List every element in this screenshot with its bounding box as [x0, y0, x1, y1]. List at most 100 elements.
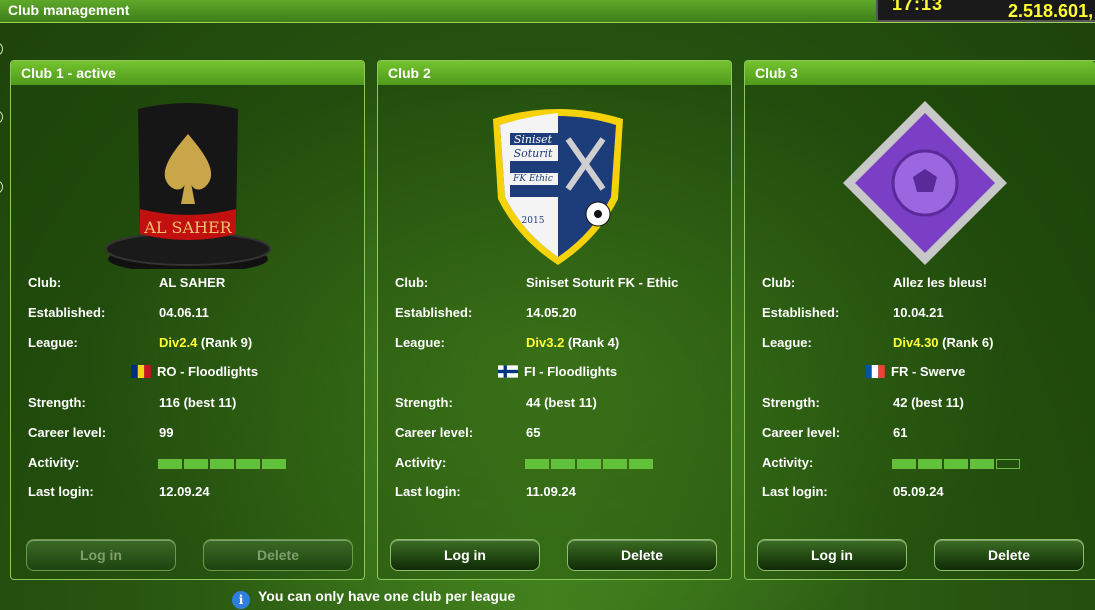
- activity-segment: [184, 459, 208, 469]
- club-strength: 42 (best 11): [893, 395, 964, 410]
- club-name: AL SAHER: [159, 275, 226, 290]
- window-title: Club management: [8, 2, 130, 18]
- club-strength: 44 (best 11): [526, 395, 597, 410]
- club-last-login: 11.09.24: [526, 484, 576, 499]
- club-panel-title: Club 2: [388, 65, 431, 81]
- info-text: You can only have one club per league: [258, 588, 516, 604]
- activity-segment: [970, 459, 994, 469]
- club-strength: 116 (best 11): [159, 395, 237, 410]
- money-display: 2.518.601,: [1008, 1, 1094, 21]
- activity-segment: [262, 459, 286, 469]
- label-league: League:: [28, 335, 78, 350]
- label-strength: Strength:: [762, 395, 820, 410]
- club-panel-header: Club 3: [745, 61, 1095, 85]
- activity-segment: [603, 459, 627, 469]
- label-activity: Activity:: [395, 455, 447, 470]
- country-text: FR - Swerve: [891, 364, 966, 379]
- club-league: Div3.2 (Rank 4): [526, 335, 619, 350]
- label-club: Club:: [28, 275, 62, 290]
- club-name: Siniset Soturit FK - Ethic: [526, 275, 679, 290]
- label-career: Career level:: [762, 425, 841, 440]
- country-text: FI - Floodlights: [524, 364, 618, 379]
- label-club: Club:: [762, 275, 796, 290]
- club-panel-header: Club 1 - active: [11, 61, 364, 85]
- shield-line-1: Siniset: [514, 133, 553, 146]
- label-established: Established:: [28, 305, 106, 320]
- league-rank: (Rank 9): [197, 335, 253, 350]
- club-established: 10.04.21: [893, 305, 944, 320]
- login-button[interactable]: Log in: [390, 539, 540, 571]
- label-activity: Activity:: [762, 455, 814, 470]
- label-club: Club:: [395, 275, 429, 290]
- time-display: 17:13: [892, 0, 944, 14]
- club-country: FR - Swerve: [865, 364, 965, 379]
- delete-button[interactable]: Delete: [567, 539, 717, 571]
- label-strength: Strength:: [395, 395, 453, 410]
- club-country: RO - Floodlights: [131, 364, 258, 379]
- club-established: 14.05.20: [526, 305, 577, 320]
- club-panel-title: Club 3: [755, 65, 798, 81]
- label-league: League:: [395, 335, 445, 350]
- side-tab[interactable]: [0, 110, 3, 124]
- country-text: RO - Floodlights: [157, 364, 259, 379]
- fr-flag-icon: [865, 365, 885, 378]
- club-logo-tophat: AL SAHER: [105, 103, 271, 269]
- activity-bar: [525, 459, 653, 469]
- info-icon: i: [232, 591, 250, 609]
- club-panel-header: Club 2: [378, 61, 731, 85]
- club-career: 61: [893, 425, 908, 440]
- club-career: 99: [159, 425, 174, 440]
- label-career: Career level:: [28, 425, 107, 440]
- label-established: Established:: [395, 305, 473, 320]
- login-button[interactable]: Log in: [26, 539, 176, 571]
- activity-segment: [158, 459, 182, 469]
- login-button[interactable]: Log in: [757, 539, 907, 571]
- league-rank: (Rank 4): [564, 335, 620, 350]
- club-last-login: 12.09.24: [159, 484, 210, 499]
- info-message: i You can only have one club per league: [232, 588, 515, 609]
- activity-segment: [918, 459, 942, 469]
- activity-bar: [892, 459, 1020, 469]
- label-last-login: Last login:: [762, 484, 828, 499]
- club-last-login: 05.09.24: [893, 484, 944, 499]
- activity-segment: [210, 459, 234, 469]
- league-link[interactable]: Div2.4: [159, 335, 197, 350]
- activity-segment: [577, 459, 601, 469]
- activity-segment: [525, 459, 549, 469]
- label-league: League:: [762, 335, 812, 350]
- activity-segment: [551, 459, 575, 469]
- delete-button[interactable]: Delete: [203, 539, 353, 571]
- label-last-login: Last login:: [395, 484, 461, 499]
- club-panel-title: Club 1 - active: [21, 65, 116, 81]
- activity-segment: [996, 459, 1020, 469]
- delete-button[interactable]: Delete: [934, 539, 1084, 571]
- club-panel-3: Club 3 Club: Allez les bleus! Establishe…: [744, 60, 1095, 580]
- league-link[interactable]: Div4.30: [893, 335, 939, 350]
- league-link[interactable]: Div3.2: [526, 335, 564, 350]
- label-last-login: Last login:: [28, 484, 94, 499]
- label-activity: Activity:: [28, 455, 80, 470]
- club-panel-1: Club 1 - active AL SAHER Club: AL SAHER …: [10, 60, 365, 580]
- club-league: Div4.30 (Rank 6): [893, 335, 993, 350]
- ro-flag-icon: [131, 365, 151, 378]
- activity-segment: [944, 459, 968, 469]
- club-name: Allez les bleus!: [893, 275, 987, 290]
- side-tab[interactable]: [0, 42, 3, 56]
- activity-segment: [892, 459, 916, 469]
- activity-bar: [158, 459, 286, 469]
- league-rank: (Rank 6): [938, 335, 994, 350]
- label-career: Career level:: [395, 425, 474, 440]
- club-established: 04.06.11: [159, 305, 209, 320]
- side-tab[interactable]: [0, 180, 3, 194]
- club-logo-shield: Siniset Soturit FK Ethic 2015: [493, 109, 623, 265]
- fi-flag-icon: [498, 365, 518, 378]
- club-logo-diamond: [843, 101, 1007, 265]
- club-panel-2: Club 2 Siniset Soturit FK Ethic 2015 Clu…: [377, 60, 732, 580]
- club-country: FI - Floodlights: [498, 364, 617, 379]
- activity-segment: [236, 459, 260, 469]
- shield-line-4: 2015: [522, 216, 545, 226]
- label-strength: Strength:: [28, 395, 86, 410]
- club-career: 65: [526, 425, 541, 440]
- activity-segment: [629, 459, 653, 469]
- label-established: Established:: [762, 305, 840, 320]
